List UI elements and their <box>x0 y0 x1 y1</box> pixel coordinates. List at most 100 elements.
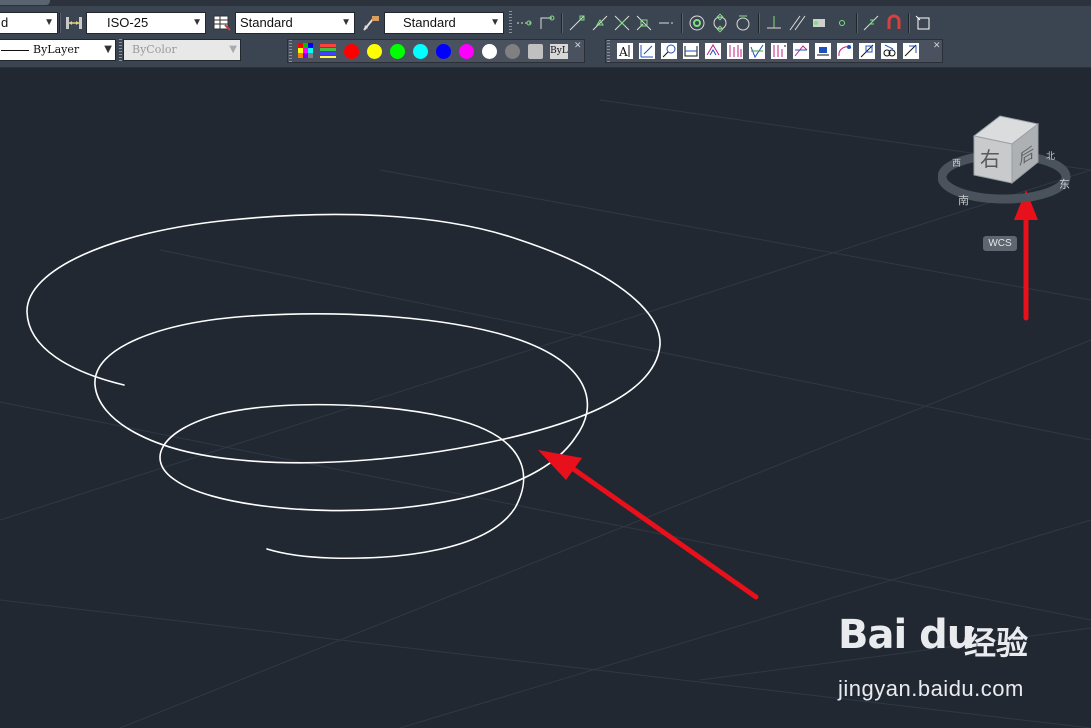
wcs-menu-button[interactable]: WCS <box>983 236 1017 251</box>
dim-space-icon[interactable] <box>857 41 877 61</box>
watermark-url: jingyan.baidu.com <box>838 676 1024 701</box>
snap-perpendicular-icon[interactable] <box>764 13 784 33</box>
dim-radius-icon[interactable] <box>769 41 789 61</box>
wcs-label: WCS <box>988 238 1012 249</box>
snap-insert-icon[interactable] <box>809 13 829 33</box>
chevron-down-icon[interactable]: ▼ <box>341 13 351 33</box>
snap-quadrant-icon[interactable] <box>710 13 730 33</box>
multileader-style-value: Standard <box>403 15 456 30</box>
toolbar-grip[interactable] <box>289 40 292 62</box>
toolbar-grip[interactable] <box>509 11 512 33</box>
plotstyle-combo[interactable]: ByColor ▼ <box>123 39 241 61</box>
baidu-jingyan-watermark: Bai du 经验 jingyan.baidu.com <box>838 612 1043 704</box>
snap-temp-track-icon[interactable] <box>515 13 535 33</box>
separator <box>856 13 858 33</box>
close-icon[interactable]: ✕ <box>574 40 582 51</box>
color-palette-toolbar: ByL ✕ <box>287 39 585 63</box>
color-swatch-red[interactable] <box>344 44 359 59</box>
title-tab[interactable] <box>0 0 50 5</box>
color-bylayer-button[interactable]: ByL <box>550 44 568 59</box>
viewcube[interactable]: 右 后 南 东 北 西 <box>938 114 1078 214</box>
viewcube-face-label[interactable]: 右 <box>980 147 1000 171</box>
toolbar-grip[interactable] <box>119 39 122 61</box>
dim-style-combo[interactable]: ISO-25 ▼ <box>86 12 206 34</box>
toolbar-grip[interactable] <box>607 40 610 62</box>
multileader-style-icon[interactable] <box>361 13 381 33</box>
dim-tolerance-icon[interactable] <box>901 41 921 61</box>
color-swatch-yellow[interactable] <box>367 44 382 59</box>
compass-west[interactable]: 西 <box>952 158 961 168</box>
snap-intersection-icon[interactable] <box>612 13 632 33</box>
compass-north[interactable]: 北 <box>1046 151 1055 161</box>
snap-node-icon[interactable] <box>832 13 852 33</box>
snap-endpoint-icon[interactable] <box>567 13 587 33</box>
color-swatch-magenta[interactable] <box>459 44 474 59</box>
chevron-down-icon[interactable]: ▼ <box>44 13 54 33</box>
color-swatch-gray[interactable] <box>505 44 520 59</box>
dim-ordinate-icon[interactable] <box>659 41 679 61</box>
properties-toolbar: ByLayer ▼ ByColor ▼ ByL ✕ A ✕ <box>0 38 1091 63</box>
color-bylayer-label: ByL <box>550 46 568 56</box>
styles-toolbar: d ▼ ISO-25 ▼ Standard ▼ Standard ▼ <box>0 10 1091 34</box>
text-style-combo[interactable]: d ▼ <box>0 12 58 34</box>
table-style-value: Standard <box>240 15 293 30</box>
linetype-value: ByLayer <box>33 43 80 56</box>
snap-extension-icon[interactable] <box>657 13 677 33</box>
linetype-combo[interactable]: ByLayer ▼ <box>0 39 116 61</box>
dim-arc-length-icon[interactable] <box>835 41 855 61</box>
compass-east[interactable]: 东 <box>1059 178 1070 191</box>
snap-nearest-icon[interactable] <box>861 13 881 33</box>
linetype-preview <box>1 50 29 51</box>
svg-text:A: A <box>618 45 628 59</box>
chevron-down-icon[interactable]: ▼ <box>104 40 112 60</box>
table-style-combo[interactable]: Standard ▼ <box>235 12 355 34</box>
true-color-icon[interactable] <box>318 41 338 61</box>
snap-from-icon[interactable] <box>537 13 557 33</box>
snap-parallel-icon[interactable] <box>787 13 807 33</box>
dim-style-value: ISO-25 <box>107 15 149 30</box>
compass-south[interactable]: 南 <box>958 194 969 207</box>
watermark-cn: 经验 <box>964 625 1029 661</box>
separator <box>681 13 683 33</box>
snap-none-icon[interactable] <box>884 13 904 33</box>
table-style-icon[interactable] <box>212 13 232 33</box>
dim-break-icon[interactable] <box>879 41 899 61</box>
color-picker-icon[interactable] <box>296 41 316 61</box>
multileader-style-combo[interactable]: Standard ▼ <box>384 12 504 34</box>
color-swatch-green[interactable] <box>390 44 405 59</box>
separator <box>561 13 563 33</box>
dim-angular-icon[interactable] <box>703 41 723 61</box>
snap-midpoint-icon[interactable] <box>590 13 610 33</box>
title-strip <box>0 0 1091 6</box>
snap-center-icon[interactable] <box>687 13 707 33</box>
snap-apparent-intersection-icon[interactable] <box>634 13 654 33</box>
dim-diameter-icon[interactable] <box>791 41 811 61</box>
dim-linear-icon[interactable] <box>637 41 657 61</box>
separator <box>908 13 910 33</box>
dimension-toolbar: A ✕ <box>605 39 943 63</box>
dim-baseline-icon[interactable] <box>725 41 745 61</box>
close-icon[interactable]: ✕ <box>933 40 941 51</box>
chevron-down-icon[interactable]: ▼ <box>192 13 202 33</box>
color-swatch-white[interactable] <box>482 44 497 59</box>
helix-curve[interactable] <box>26 213 661 560</box>
dim-aligned-icon[interactable] <box>681 41 701 61</box>
osnap-settings-icon[interactable] <box>913 13 933 33</box>
annotation-arrow-helix <box>538 450 759 600</box>
color-swatch-cyan[interactable] <box>413 44 428 59</box>
text-style-value: d <box>1 15 9 30</box>
multiline-text-icon[interactable]: A <box>615 41 635 61</box>
chevron-down-icon: ▼ <box>229 44 237 55</box>
plotstyle-value: ByColor <box>132 43 177 56</box>
toolbar-area: d ▼ ISO-25 ▼ Standard ▼ Standard ▼ ByLay… <box>0 0 1091 68</box>
color-swatch-lightgray[interactable] <box>528 44 543 59</box>
dim-continue-icon[interactable] <box>747 41 767 61</box>
watermark-brand: Bai du <box>838 612 975 658</box>
dimension-style-icon[interactable] <box>64 13 84 33</box>
separator <box>59 13 61 33</box>
snap-tangent-icon[interactable] <box>733 13 753 33</box>
chevron-down-icon[interactable]: ▼ <box>490 13 500 33</box>
separator <box>758 13 760 33</box>
dim-jogged-icon[interactable] <box>813 41 833 61</box>
color-swatch-blue[interactable] <box>436 44 451 59</box>
